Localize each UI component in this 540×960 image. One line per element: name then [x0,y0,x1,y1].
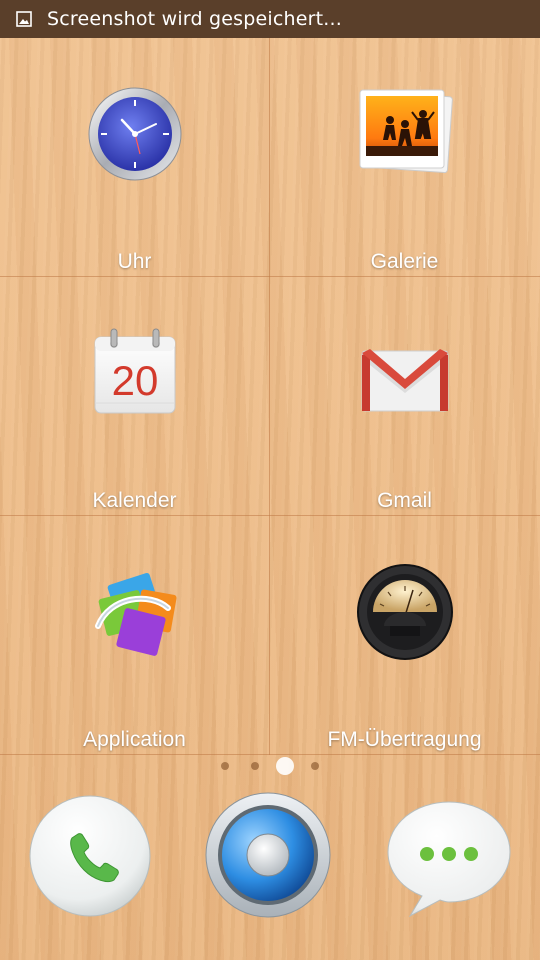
app-label: Kalender [92,489,177,512]
app-application[interactable]: Application [0,516,269,754]
fm-transmitter-icon [356,564,453,660]
app-label: Gmail [377,489,432,512]
gmail-icon [361,349,448,412]
camera-icon[interactable] [203,790,333,920]
app-calendar[interactable]: 20 Kalender [0,277,269,515]
clock-icon [88,87,181,181]
app-fm-transmitter[interactable]: FM-Übertragung [270,516,539,754]
page-dot-current[interactable] [276,757,294,775]
page-dot[interactable] [251,762,259,770]
messaging-icon[interactable] [384,796,514,920]
image-notification-icon [16,11,32,27]
app-gallery[interactable]: Galerie [270,38,539,276]
page-indicator [0,755,540,777]
page-dot[interactable] [221,762,229,770]
phone-icon[interactable] [28,794,152,918]
calendar-date: 20 [111,357,158,404]
calendar-icon: 20 [94,328,175,414]
app-label: Application [83,728,186,751]
app-label: Uhr [117,250,152,273]
notification-text: Screenshot wird gespeichert... [47,8,343,30]
application-icon [94,572,177,656]
app-label: FM-Übertragung [327,728,482,751]
app-label: Galerie [370,250,439,273]
app-gmail[interactable]: Gmail [270,277,539,515]
dock [0,780,540,960]
status-bar: Screenshot wird gespeichert... [0,0,540,38]
app-clock[interactable]: Uhr [0,38,269,276]
page-dot[interactable] [311,762,319,770]
app-grid: Uhr Galerie 20 Kalender Gmail Applicatio… [0,38,540,755]
gallery-icon [359,89,453,174]
